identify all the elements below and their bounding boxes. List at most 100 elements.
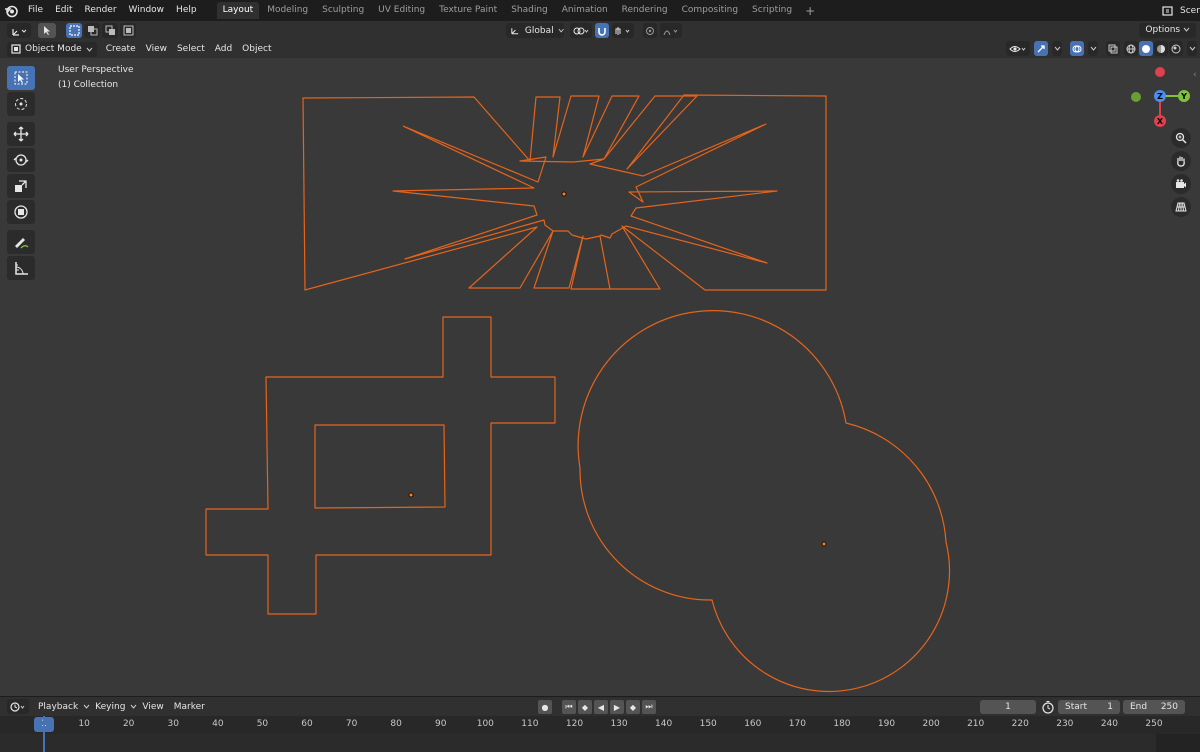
tab-texture-paint[interactable]: Texture Paint bbox=[433, 2, 503, 19]
3d-viewport[interactable]: User Perspective (1) Collection Z Y X ‹ bbox=[0, 58, 1200, 696]
blob-origin-point[interactable] bbox=[821, 541, 827, 547]
menu-render[interactable]: Render bbox=[79, 0, 123, 21]
options-dropdown[interactable]: Options bbox=[1139, 23, 1196, 38]
measure-tool[interactable] bbox=[7, 256, 35, 280]
tab-sculpting[interactable]: Sculpting bbox=[316, 2, 370, 19]
select-box-tool[interactable] bbox=[7, 66, 35, 90]
move-tool[interactable] bbox=[7, 122, 35, 146]
jump-start-button[interactable]: ⏮ bbox=[562, 700, 576, 714]
gizmo-neg-x-handle[interactable] bbox=[1155, 67, 1165, 77]
camera-view-button[interactable] bbox=[1171, 174, 1191, 194]
prev-keyframe-button[interactable]: ◆ bbox=[578, 700, 592, 714]
transform-tool[interactable] bbox=[7, 200, 35, 224]
clock-icon bbox=[10, 701, 25, 712]
ruler-tick-label: 190 bbox=[877, 719, 896, 729]
pivot-point-dropdown[interactable] bbox=[570, 23, 592, 38]
tab-modeling[interactable]: Modeling bbox=[261, 2, 314, 19]
tab-layout[interactable]: Layout bbox=[216, 2, 260, 19]
timeline-menu-playback[interactable]: Playback bbox=[33, 702, 83, 712]
timeline-track-area[interactable] bbox=[0, 734, 1200, 752]
shading-mode-group bbox=[1124, 41, 1183, 56]
gizmo-toggle-button[interactable] bbox=[1034, 41, 1048, 56]
shading-dropdown[interactable] bbox=[1187, 41, 1197, 56]
shading-material-button[interactable] bbox=[1154, 41, 1168, 56]
timeline-menu-view[interactable]: View bbox=[137, 702, 168, 712]
shading-wireframe-button[interactable] bbox=[1124, 41, 1138, 56]
menu-file[interactable]: File bbox=[22, 0, 49, 21]
select-extend-button[interactable] bbox=[84, 23, 100, 38]
tab-rendering[interactable]: Rendering bbox=[616, 2, 674, 19]
play-reverse-button[interactable]: ◀ bbox=[594, 700, 608, 714]
scene-selector[interactable]: Scene bbox=[1162, 0, 1200, 21]
xray-toggle-button[interactable] bbox=[1106, 41, 1120, 56]
viewport-menu-view[interactable]: View bbox=[141, 40, 172, 58]
end-frame-field[interactable]: End 250 bbox=[1123, 700, 1185, 714]
record-button[interactable]: ● bbox=[538, 700, 552, 714]
viewport-menu-create[interactable]: Create bbox=[101, 40, 141, 58]
tab-compositing[interactable]: Compositing bbox=[676, 2, 744, 19]
shading-rendered-button[interactable] bbox=[1169, 41, 1183, 56]
select-tool-button[interactable] bbox=[38, 23, 56, 38]
snap-toggle-button[interactable] bbox=[595, 23, 609, 38]
menu-edit[interactable]: Edit bbox=[49, 0, 78, 21]
move-arrows-icon bbox=[13, 126, 29, 142]
annotate-tool[interactable] bbox=[7, 230, 35, 254]
gizmo-icon bbox=[1037, 44, 1045, 52]
cross-frame-origin-point[interactable] bbox=[408, 492, 414, 498]
scale-tool[interactable] bbox=[7, 174, 35, 198]
overlays-toggle-button[interactable] bbox=[1070, 41, 1084, 56]
starburst-origin-point[interactable] bbox=[561, 191, 567, 197]
menu-help[interactable]: Help bbox=[170, 0, 203, 21]
snap-target-dropdown[interactable] bbox=[612, 23, 634, 38]
collection-label: (1) Collection bbox=[58, 80, 119, 90]
stopwatch-icon[interactable] bbox=[1041, 700, 1055, 714]
next-keyframe-button[interactable]: ◆ bbox=[626, 700, 640, 714]
timeline-playhead[interactable] bbox=[43, 716, 45, 752]
viewport-canvas[interactable] bbox=[0, 58, 1200, 696]
timeline-ruler[interactable]: 1 10203040506070809010011012013014015016… bbox=[0, 716, 1200, 734]
viewport-menu-select[interactable]: Select bbox=[172, 40, 210, 58]
viewport-menu-add[interactable]: Add bbox=[210, 40, 237, 58]
starburst-star-curve[interactable] bbox=[392, 123, 778, 264]
jump-end-button[interactable]: ⏭ bbox=[642, 700, 656, 714]
select-subtract-button[interactable] bbox=[102, 23, 118, 38]
start-frame-field[interactable]: Start 1 bbox=[1058, 700, 1120, 714]
falloff-dropdown[interactable] bbox=[660, 23, 682, 38]
tab-shading[interactable]: Shading bbox=[505, 2, 554, 19]
pan-view-button[interactable] bbox=[1171, 151, 1191, 171]
menu-window[interactable]: Window bbox=[123, 0, 171, 21]
tab-uv-editing[interactable]: UV Editing bbox=[372, 2, 431, 19]
gizmo-neg-y-handle[interactable] bbox=[1131, 92, 1141, 102]
perspective-toggle-button[interactable] bbox=[1171, 197, 1191, 217]
proportional-edit-toggle[interactable] bbox=[643, 23, 657, 38]
timeline-menu-keying[interactable]: Keying bbox=[90, 702, 130, 712]
overlays-dropdown[interactable] bbox=[1088, 41, 1098, 56]
sidebar-toggle-icon[interactable]: ‹ bbox=[1193, 70, 1200, 82]
select-invert-button[interactable] bbox=[120, 23, 136, 38]
select-new-button[interactable] bbox=[66, 23, 82, 38]
transform-orientation-dropdown[interactable]: Global bbox=[506, 23, 564, 38]
cross-frame-outer-curve[interactable] bbox=[205, 316, 556, 615]
viewport-menu-object[interactable]: Object bbox=[237, 40, 276, 58]
gizmo-dropdown[interactable] bbox=[1052, 41, 1062, 56]
tool-settings-bar: Global Options bbox=[0, 21, 1200, 40]
blob-circle-curve[interactable] bbox=[577, 310, 951, 693]
rotate-tool[interactable] bbox=[7, 148, 35, 172]
play-button[interactable]: ▶ bbox=[610, 700, 624, 714]
cross-frame-inner-curve[interactable] bbox=[314, 424, 446, 509]
current-frame-field[interactable]: 1 bbox=[980, 700, 1036, 714]
navigation-gizmo[interactable]: Z Y X bbox=[1120, 58, 1200, 138]
editor-type-dropdown[interactable] bbox=[7, 23, 31, 38]
tab-scripting[interactable]: Scripting bbox=[746, 2, 798, 19]
visibility-dropdown[interactable] bbox=[1006, 41, 1030, 56]
tab-animation[interactable]: Animation bbox=[556, 2, 614, 19]
zoom-view-button[interactable] bbox=[1171, 128, 1191, 148]
blender-logo-icon[interactable] bbox=[0, 0, 22, 21]
select-box-icon bbox=[68, 25, 80, 36]
shading-solid-button[interactable] bbox=[1139, 41, 1153, 56]
timeline-menu-marker[interactable]: Marker bbox=[169, 702, 210, 712]
object-mode-dropdown[interactable]: Object Mode bbox=[7, 41, 97, 57]
timeline-editor-type-dropdown[interactable] bbox=[7, 699, 29, 714]
cursor-tool[interactable] bbox=[7, 92, 35, 116]
add-workspace-button[interactable]: + bbox=[800, 4, 820, 18]
